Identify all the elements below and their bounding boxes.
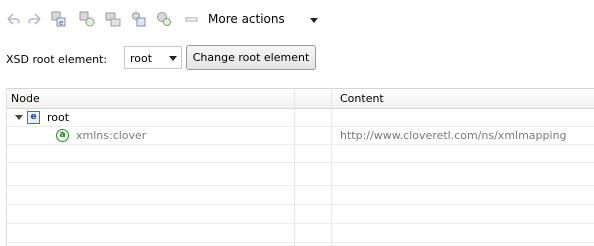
- add-child-element-icon[interactable]: e: [50, 10, 68, 28]
- root-element-select[interactable]: root: [124, 46, 182, 69]
- expand-triangle-icon[interactable]: [15, 115, 23, 120]
- add-child-attribute-icon[interactable]: [78, 10, 96, 28]
- redo-icon[interactable]: [26, 10, 44, 28]
- column-header-content[interactable]: Content: [340, 92, 384, 105]
- empty-table-row: [7, 225, 594, 243]
- chevron-down-icon[interactable]: [310, 18, 318, 23]
- remove-icon[interactable]: [182, 10, 200, 28]
- xsd-root-element-label: XSD root element:: [6, 53, 108, 66]
- empty-table-row: [7, 145, 594, 163]
- table-header: Node Content: [7, 89, 594, 109]
- node-content: http://www.cloveretl.com/ns/xmlmapping: [340, 129, 567, 142]
- root-element-select-value: root: [130, 52, 153, 65]
- empty-table-row: [7, 187, 594, 205]
- add-sibling-attribute-icon[interactable]: [155, 10, 173, 28]
- node-name: xmlns:clover: [76, 129, 147, 142]
- table-row[interactable]: e root: [7, 109, 594, 127]
- empty-table-row: [7, 168, 594, 186]
- table-row[interactable]: a xmlns:clover http://www.cloveretl.com/…: [7, 127, 594, 145]
- svg-text:e: e: [59, 19, 63, 27]
- chevron-down-icon[interactable]: [169, 56, 177, 61]
- more-actions-button[interactable]: More actions: [208, 12, 285, 26]
- undo-icon[interactable]: [4, 10, 22, 28]
- node-name: root: [47, 111, 70, 124]
- add-wrapper-icon[interactable]: [104, 10, 122, 28]
- element-icon: e: [27, 111, 40, 124]
- add-sibling-icon[interactable]: [130, 10, 148, 28]
- mapping-tree-table: Node Content e root a xmlns:clover http:…: [6, 88, 594, 246]
- mapping-toolbar: e More actions: [0, 0, 594, 34]
- attribute-icon: a: [56, 129, 69, 142]
- column-header-node[interactable]: Node: [11, 92, 40, 105]
- empty-table-row: [7, 206, 594, 224]
- change-root-element-button[interactable]: Change root element: [186, 45, 316, 70]
